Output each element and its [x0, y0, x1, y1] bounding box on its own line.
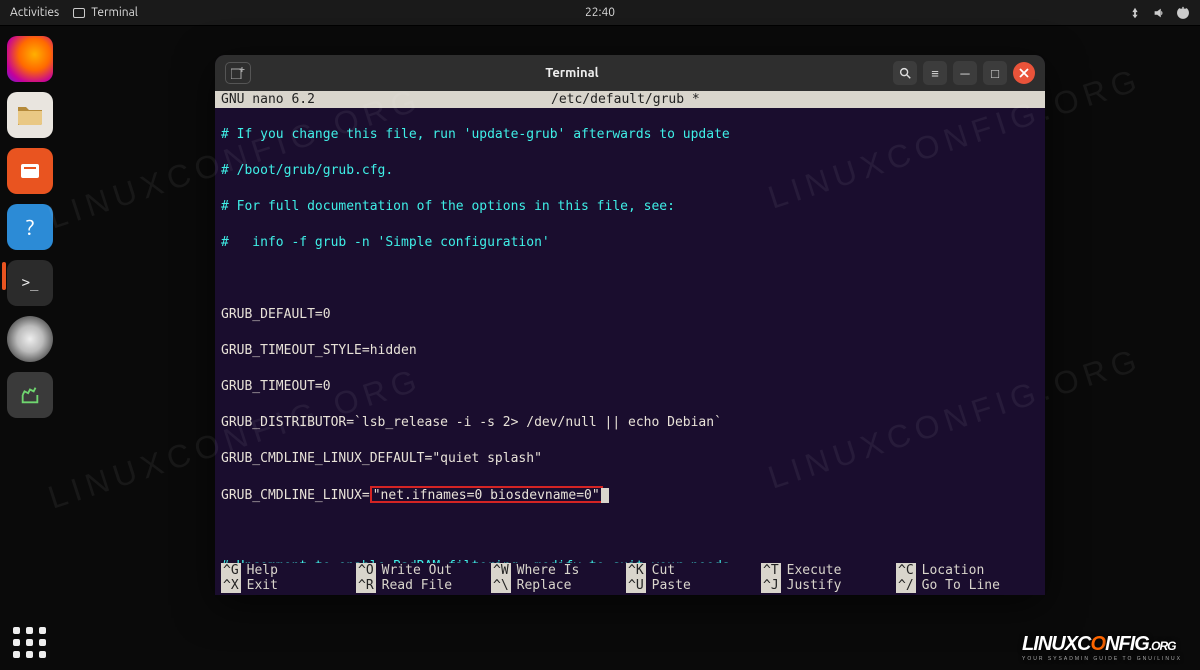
- dock-disc[interactable]: [7, 316, 53, 362]
- shortcut-whereis: ^WWhere Is: [491, 563, 626, 578]
- dock-terminal[interactable]: >_: [7, 260, 53, 306]
- shortcut-paste: ^UPaste: [626, 578, 761, 593]
- shortcut-help: ^GHelp: [221, 563, 356, 578]
- nano-footer: ^GHelp ^OWrite Out ^WWhere Is ^KCut ^TEx…: [215, 563, 1045, 595]
- shortcut-exit: ^XExit: [221, 578, 356, 593]
- watermark-logo: LINUXCONFIG.ORG YOUR SYSADMIN GUIDE TO G…: [1022, 633, 1182, 662]
- line: # info -f grub -n 'Simple configuration': [221, 234, 1039, 252]
- maximize-button[interactable]: □: [983, 61, 1007, 85]
- shortcut-cut: ^KCut: [626, 563, 761, 578]
- window-title: Terminal: [251, 66, 893, 80]
- terminal-app-icon: [73, 8, 85, 18]
- hamburger-menu[interactable]: ≡: [923, 61, 947, 85]
- line-highlighted: GRUB_CMDLINE_LINUX="net.ifnames=0 biosde…: [221, 486, 1039, 504]
- minimize-button[interactable]: ─: [953, 61, 977, 85]
- app-menu[interactable]: Terminal: [73, 6, 138, 19]
- new-tab-button[interactable]: [225, 62, 251, 84]
- shortcut-readfile: ^RRead File: [356, 578, 491, 593]
- text-cursor: [601, 488, 609, 503]
- line: GRUB_TIMEOUT_STYLE=hidden: [221, 342, 1039, 360]
- highlighted-value: "net.ifnames=0 biosdevname=0": [370, 486, 603, 503]
- shortcut-location: ^CLocation: [896, 563, 1031, 578]
- close-button[interactable]: [1013, 62, 1035, 84]
- shortcut-gotoline: ^/Go To Line: [896, 578, 1031, 593]
- line: # /boot/grub/grub.cfg.: [221, 162, 1039, 180]
- network-icon[interactable]: [1128, 6, 1142, 20]
- line: GRUB_DEFAULT=0: [221, 306, 1039, 324]
- dock-trash[interactable]: [7, 372, 53, 418]
- volume-icon[interactable]: [1152, 6, 1166, 20]
- nano-titlebar: GNU nano 6.2 /etc/default/grub *: [215, 91, 1045, 108]
- shortcut-justify: ^JJustify: [761, 578, 896, 593]
- clock[interactable]: 22:40: [585, 6, 615, 19]
- shortcut-writeout: ^OWrite Out: [356, 563, 491, 578]
- shortcut-execute: ^TExecute: [761, 563, 896, 578]
- ubuntu-dock: ? >_: [0, 26, 60, 670]
- power-icon[interactable]: [1176, 6, 1190, 20]
- dock-active-indicator: [2, 262, 6, 290]
- line: GRUB_DISTRIBUTOR=`lsb_release -i -s 2> /…: [221, 414, 1039, 432]
- app-menu-label: Terminal: [91, 6, 138, 19]
- gnome-topbar: Activities Terminal 22:40: [0, 0, 1200, 26]
- dock-files[interactable]: [7, 92, 53, 138]
- show-applications[interactable]: [13, 627, 47, 658]
- window-titlebar[interactable]: Terminal ≡ ─ □: [215, 55, 1045, 91]
- search-button[interactable]: [893, 61, 917, 85]
- nano-filepath: /etc/default/grub *: [551, 92, 1039, 107]
- terminal-window: Terminal ≡ ─ □ GNU nano 6.2 /etc/default…: [215, 55, 1045, 595]
- line: # If you change this file, run 'update-g…: [221, 126, 1039, 144]
- line: [221, 522, 1039, 540]
- nano-editor[interactable]: # If you change this file, run 'update-g…: [215, 108, 1045, 595]
- dock-help[interactable]: ?: [7, 204, 53, 250]
- activities-button[interactable]: Activities: [10, 6, 59, 19]
- line: GRUB_TIMEOUT=0: [221, 378, 1039, 396]
- line: # For full documentation of the options …: [221, 198, 1039, 216]
- nano-version: GNU nano 6.2: [221, 92, 551, 107]
- dock-software[interactable]: [7, 148, 53, 194]
- line: [221, 270, 1039, 288]
- dock-firefox[interactable]: [7, 36, 53, 82]
- line: GRUB_CMDLINE_LINUX_DEFAULT="quiet splash…: [221, 450, 1039, 468]
- shortcut-replace: ^\Replace: [491, 578, 626, 593]
